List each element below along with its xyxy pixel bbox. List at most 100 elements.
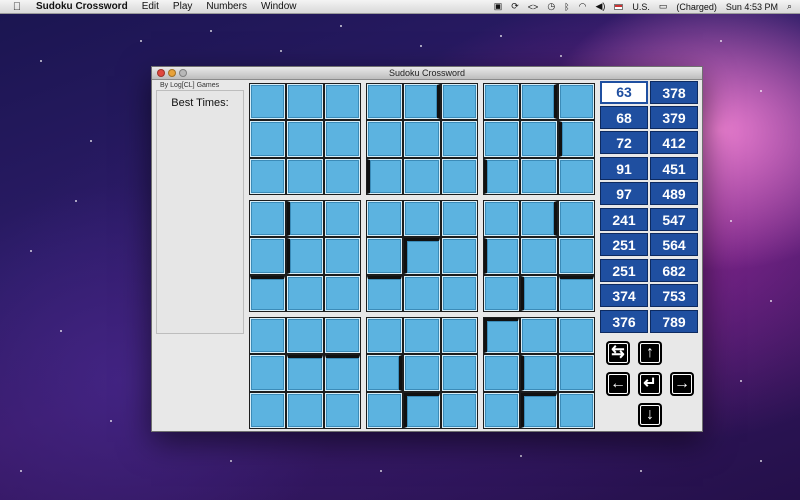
menu-play[interactable]: Play bbox=[173, 1, 192, 12]
number-tile[interactable]: 97 bbox=[600, 182, 648, 205]
grid-cell[interactable] bbox=[558, 355, 594, 391]
grid-cell[interactable] bbox=[250, 84, 286, 120]
grid-cell[interactable] bbox=[484, 158, 520, 194]
code-icon[interactable]: <> bbox=[528, 2, 539, 12]
grid-cell[interactable] bbox=[324, 158, 360, 194]
apple-menu-icon[interactable]:  bbox=[10, 1, 24, 13]
arrow-right-icon[interactable]: → bbox=[670, 372, 694, 396]
grid-cell[interactable] bbox=[441, 392, 477, 428]
number-tile[interactable]: 376 bbox=[600, 310, 648, 333]
number-tile[interactable]: 241 bbox=[600, 208, 648, 231]
grid-cell[interactable] bbox=[324, 121, 360, 157]
grid-cell[interactable] bbox=[250, 392, 286, 428]
enter-icon[interactable]: ↵ bbox=[638, 372, 662, 396]
grid-cell[interactable] bbox=[287, 392, 323, 428]
grid-cell[interactable] bbox=[367, 238, 403, 274]
grid-cell[interactable] bbox=[558, 238, 594, 274]
grid-cell[interactable] bbox=[404, 158, 440, 194]
spotlight-icon[interactable]: ⌕ bbox=[787, 1, 792, 12]
menu-edit[interactable]: Edit bbox=[142, 1, 159, 12]
menu-window[interactable]: Window bbox=[261, 1, 297, 12]
number-tile[interactable]: 753 bbox=[650, 284, 698, 307]
swap-direction-icon[interactable]: ⇆ bbox=[606, 341, 630, 365]
number-tile[interactable]: 451 bbox=[650, 157, 698, 180]
grid-cell[interactable] bbox=[287, 158, 323, 194]
grid-cell[interactable] bbox=[324, 355, 360, 391]
grid-cell[interactable] bbox=[484, 121, 520, 157]
number-tile[interactable]: 374 bbox=[600, 284, 648, 307]
grid-cell[interactable] bbox=[558, 318, 594, 354]
grid-cell[interactable] bbox=[367, 275, 403, 311]
grid-cell[interactable] bbox=[558, 201, 594, 237]
grid-cell[interactable] bbox=[521, 318, 557, 354]
grid-cell[interactable] bbox=[250, 158, 286, 194]
grid-cell[interactable] bbox=[404, 238, 440, 274]
bluetooth-icon[interactable]: ᛒ bbox=[564, 2, 569, 12]
number-tile[interactable]: 489 bbox=[650, 182, 698, 205]
grid-cell[interactable] bbox=[324, 318, 360, 354]
grid-cell[interactable] bbox=[441, 158, 477, 194]
grid-cell[interactable] bbox=[404, 275, 440, 311]
grid-cell[interactable] bbox=[521, 84, 557, 120]
grid-cell[interactable] bbox=[324, 275, 360, 311]
zoom-button[interactable] bbox=[179, 69, 187, 77]
grid-cell[interactable] bbox=[404, 355, 440, 391]
window-titlebar[interactable]: Sudoku Crossword bbox=[152, 67, 702, 80]
grid-cell[interactable] bbox=[521, 355, 557, 391]
grid-cell[interactable] bbox=[558, 275, 594, 311]
time-machine-icon[interactable]: ◷ bbox=[547, 1, 555, 12]
number-tile[interactable]: 379 bbox=[650, 106, 698, 129]
grid-cell[interactable] bbox=[521, 275, 557, 311]
grid-cell[interactable] bbox=[521, 121, 557, 157]
grid-cell[interactable] bbox=[250, 355, 286, 391]
grid-cell[interactable] bbox=[484, 201, 520, 237]
grid-cell[interactable] bbox=[558, 84, 594, 120]
grid-cell[interactable] bbox=[404, 121, 440, 157]
grid-cell[interactable] bbox=[367, 392, 403, 428]
grid-cell[interactable] bbox=[484, 355, 520, 391]
battery-icon[interactable]: ▭ bbox=[659, 1, 668, 12]
grid-cell[interactable] bbox=[441, 275, 477, 311]
grid-cell[interactable] bbox=[441, 201, 477, 237]
grid-cell[interactable] bbox=[521, 392, 557, 428]
menu-numbers[interactable]: Numbers bbox=[206, 1, 247, 12]
number-tile[interactable]: 72 bbox=[600, 131, 648, 154]
number-tile[interactable]: 682 bbox=[650, 259, 698, 282]
grid-cell[interactable] bbox=[367, 84, 403, 120]
grid-cell[interactable] bbox=[558, 121, 594, 157]
grid-cell[interactable] bbox=[404, 318, 440, 354]
arrow-up-icon[interactable]: ↑ bbox=[638, 341, 662, 365]
grid-cell[interactable] bbox=[441, 355, 477, 391]
battery-status[interactable]: (Charged) bbox=[676, 2, 717, 12]
grid-cell[interactable] bbox=[324, 201, 360, 237]
grid-cell[interactable] bbox=[404, 201, 440, 237]
grid-cell[interactable] bbox=[250, 121, 286, 157]
grid-cell[interactable] bbox=[484, 275, 520, 311]
grid-cell[interactable] bbox=[367, 158, 403, 194]
grid-cell[interactable] bbox=[441, 121, 477, 157]
grid-cell[interactable] bbox=[521, 158, 557, 194]
grid-cell[interactable] bbox=[484, 318, 520, 354]
grid-cell[interactable] bbox=[287, 355, 323, 391]
number-tile[interactable]: 378 bbox=[650, 81, 698, 104]
grid-cell[interactable] bbox=[324, 84, 360, 120]
grid-cell[interactable] bbox=[250, 238, 286, 274]
number-tile[interactable]: 547 bbox=[650, 208, 698, 231]
number-tile[interactable]: 564 bbox=[650, 233, 698, 256]
grid-cell[interactable] bbox=[287, 201, 323, 237]
minimize-button[interactable] bbox=[168, 69, 176, 77]
grid-cell[interactable] bbox=[484, 84, 520, 120]
grid-cell[interactable] bbox=[367, 121, 403, 157]
grid-cell[interactable] bbox=[404, 392, 440, 428]
input-source-label[interactable]: U.S. bbox=[632, 2, 650, 12]
dropbox-icon[interactable]: ▣ bbox=[494, 1, 503, 12]
grid-cell[interactable] bbox=[441, 318, 477, 354]
close-button[interactable] bbox=[157, 69, 165, 77]
number-tile[interactable]: 68 bbox=[600, 106, 648, 129]
grid-cell[interactable] bbox=[441, 238, 477, 274]
grid-cell[interactable] bbox=[367, 201, 403, 237]
grid-cell[interactable] bbox=[250, 201, 286, 237]
volume-icon[interactable]: ◀) bbox=[595, 1, 605, 12]
number-tile[interactable]: 91 bbox=[600, 157, 648, 180]
number-tile[interactable]: 412 bbox=[650, 131, 698, 154]
